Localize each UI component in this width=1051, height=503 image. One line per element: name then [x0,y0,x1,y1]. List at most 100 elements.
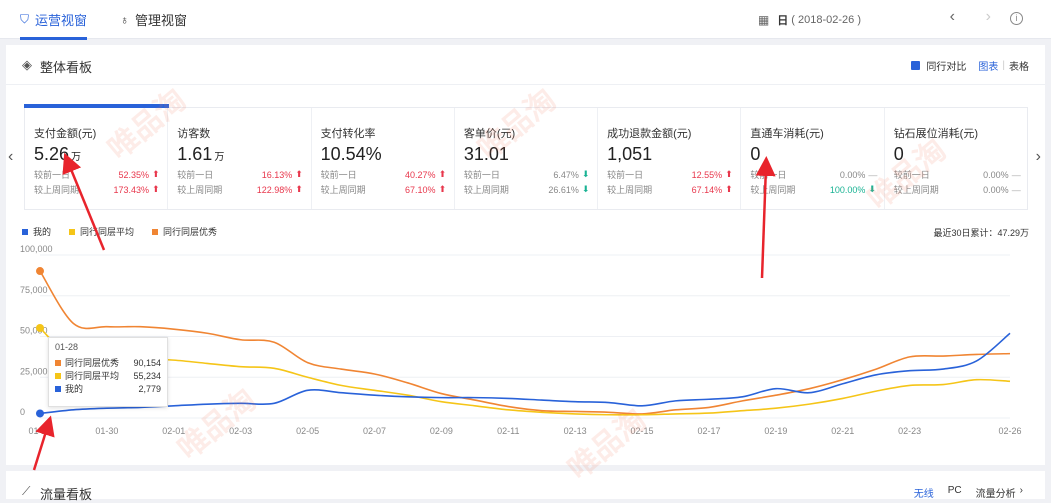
tooltip-swatch [55,359,61,366]
compare-percent: 6.47% [553,169,579,180]
metric-card[interactable]: 客单价(元) 31.01 较前一日 6.47% ⬇ 较上周同期 26.61% ⬇ [455,108,599,209]
metric-value-number: 31.01 [463,144,509,164]
prev-date-arrow-icon[interactable]: ‹ [950,8,955,26]
legend-item[interactable]: 我的 [22,225,51,238]
peer-compare-checkbox[interactable] [911,61,921,70]
legend-label: 同行同层平均 [80,227,135,237]
compare-label: 较前一日 [320,170,357,180]
view-chart-link[interactable]: 图表 [978,58,998,73]
y-tick-label: 25,000 [20,366,48,376]
metric-label: 成功退款金额(元) [607,128,692,140]
metric-value-number: 0 [750,144,761,164]
tooltip-series-value: 55,234 [133,370,161,381]
data-point[interactable] [36,267,44,276]
tooltip-series-value: 2,779 [138,383,161,394]
x-tick-label: 02-13 [564,426,587,436]
tooltip-row: 同行同层平均 55,234 [55,369,161,382]
arrow-up-icon: ⬆ [295,184,303,194]
compare-percent: 173.43% [113,184,149,195]
compare-percent: 0.00% [983,184,1009,195]
next-date-arrow-icon[interactable]: › [986,8,991,26]
compare-label: 较上周同期 [893,185,939,195]
arrow-up-icon: ⬆ [438,184,447,194]
header-controls: 同行对比 图表 | 表格 [911,58,1029,73]
metric-compare-row: 较前一日 6.47% ⬇ [464,169,597,180]
metric-card[interactable]: 支付转化率 10.54% 较前一日 40.27% ⬆ 较上周同期 67.10% … [312,108,455,209]
traffic-dashboard-panel: ⟋ 流量看板 无线 PC 流量分析 › [6,471,1045,502]
compare-percent: 67.14% [691,184,723,195]
traffic-panel-title: 流量看板 [40,487,93,502]
arrow-up-icon: ⬆ [152,184,160,194]
compare-label: 较前一日 [177,170,214,180]
metric-value-number: 1,051 [607,144,653,164]
compare-percent: 52.35% [118,169,149,180]
compare-percent: 122.98% [256,184,293,195]
compare-label: 较上周同期 [607,185,653,195]
metric-value: 1.61 万 [177,144,310,165]
compare-label: 较上周同期 [750,185,796,195]
info-icon[interactable]: i [1010,12,1023,25]
metric-value: 0 [894,144,1027,165]
data-point[interactable] [36,323,44,332]
compare-percent: 67.10% [405,184,436,195]
metric-compare-row: 较上周同期 122.98% ⬆ [177,184,310,195]
total-30-days: 最近30日累计：47.29万 [933,228,1029,238]
legend-item[interactable]: 同行同层平均 [69,225,134,238]
x-tick-label: 02-26 [998,426,1021,436]
arrow-up-icon: ⬆ [725,169,733,179]
compare-percent: 26.61% [548,184,579,195]
x-tick-label: 02-11 [497,426,519,436]
x-tick-label: 02-05 [296,426,319,436]
shield-icon: ⛉ [20,12,30,26]
x-tick-label: 02-21 [831,426,854,436]
peer-compare-label[interactable]: 同行对比 [926,58,966,73]
wireless-link[interactable]: 无线 [914,485,934,500]
metric-card[interactable]: 支付金额(元) 5.26 万 较前一日 52.35% ⬆ 较上周同期 173.43… [23,104,170,209]
legend-label: 同行同层优秀 [163,227,218,237]
metric-card[interactable]: 成功退款金额(元) 1,051 较前一日 12.55% ⬆ 较上周同期 67.1… [598,108,742,209]
tooltip-swatch [55,385,61,392]
y-tick-label: 100,000 [20,244,53,254]
metrics-next-arrow-icon[interactable]: › [1036,148,1041,166]
metrics-prev-arrow-icon[interactable]: ‹ [8,148,13,166]
metric-value: 10.54% [321,144,454,165]
compare-percent: 0.00% [983,169,1009,180]
compare-percent: 12.55% [691,169,723,180]
view-table-link[interactable]: 表格 [1009,58,1029,73]
x-tick-label: 02-03 [229,426,252,436]
metric-card[interactable]: 直通车消耗(元) 0 较前一日 0.00% — 较上周同期 100.00% ⬇ [741,108,885,209]
metric-card[interactable]: 访客数 1.61 万 较前一日 16.13% ⬆ 较上周同期 122.98% ⬆ [168,108,312,209]
traffic-controls: 无线 PC 流量分析 › [914,485,1023,500]
metric-compare-row: 较上周同期 67.14% ⬆ [607,184,740,195]
metric-label: 支付转化率 [320,128,376,140]
compare-percent: 40.27% [405,169,436,180]
metric-cards: 支付金额(元) 5.26 万 较前一日 52.35% ⬆ 较上周同期 173.43… [23,104,1028,210]
x-tick-label: 02-09 [430,426,453,436]
x-tick-label: 02-17 [697,426,720,436]
legend-label: 我的 [33,227,52,237]
tab-operations-view[interactable]: ⛉ 运营视窗 [20,0,88,40]
arrow-down-icon: ⬇ [581,184,590,194]
x-tick-label: 02-23 [898,426,921,436]
chevron-right-icon[interactable]: › [1020,485,1023,500]
legend-item[interactable]: 同行同层优秀 [152,225,217,238]
tab-management-view[interactable]: ♁ 管理视窗 [120,0,187,39]
arrow-up-icon: ⬆ [295,169,303,179]
compare-label: 较上周同期 [320,185,366,195]
compare-label: 较前一日 [607,170,644,180]
data-point[interactable] [36,409,44,418]
date-picker[interactable]: ▦ 日 ( 2018-02-26 ) [758,12,861,28]
legend-swatch [22,228,28,235]
metric-value-number: 10.54% [320,144,382,164]
traffic-analysis-link[interactable]: 流量分析 [976,485,1016,500]
compare-label: 较前一日 [750,170,787,180]
x-tick-label: 01-28 [28,426,51,436]
date-value: ( 2018-02-26 ) [791,14,861,26]
y-tick-label: 0 [20,407,25,417]
metric-compare-row: 较上周同期 67.10% ⬆ [321,184,454,195]
pc-link[interactable]: PC [948,485,962,500]
arrow-up-icon: ⬆ [438,169,447,179]
metric-value: 1,051 [607,144,740,165]
metric-compare-row: 较上周同期 0.00% — [893,184,1027,196]
metric-card[interactable]: 钻石展位消耗(元) 0 较前一日 0.00% — 较上周同期 0.00% — [885,108,1027,209]
